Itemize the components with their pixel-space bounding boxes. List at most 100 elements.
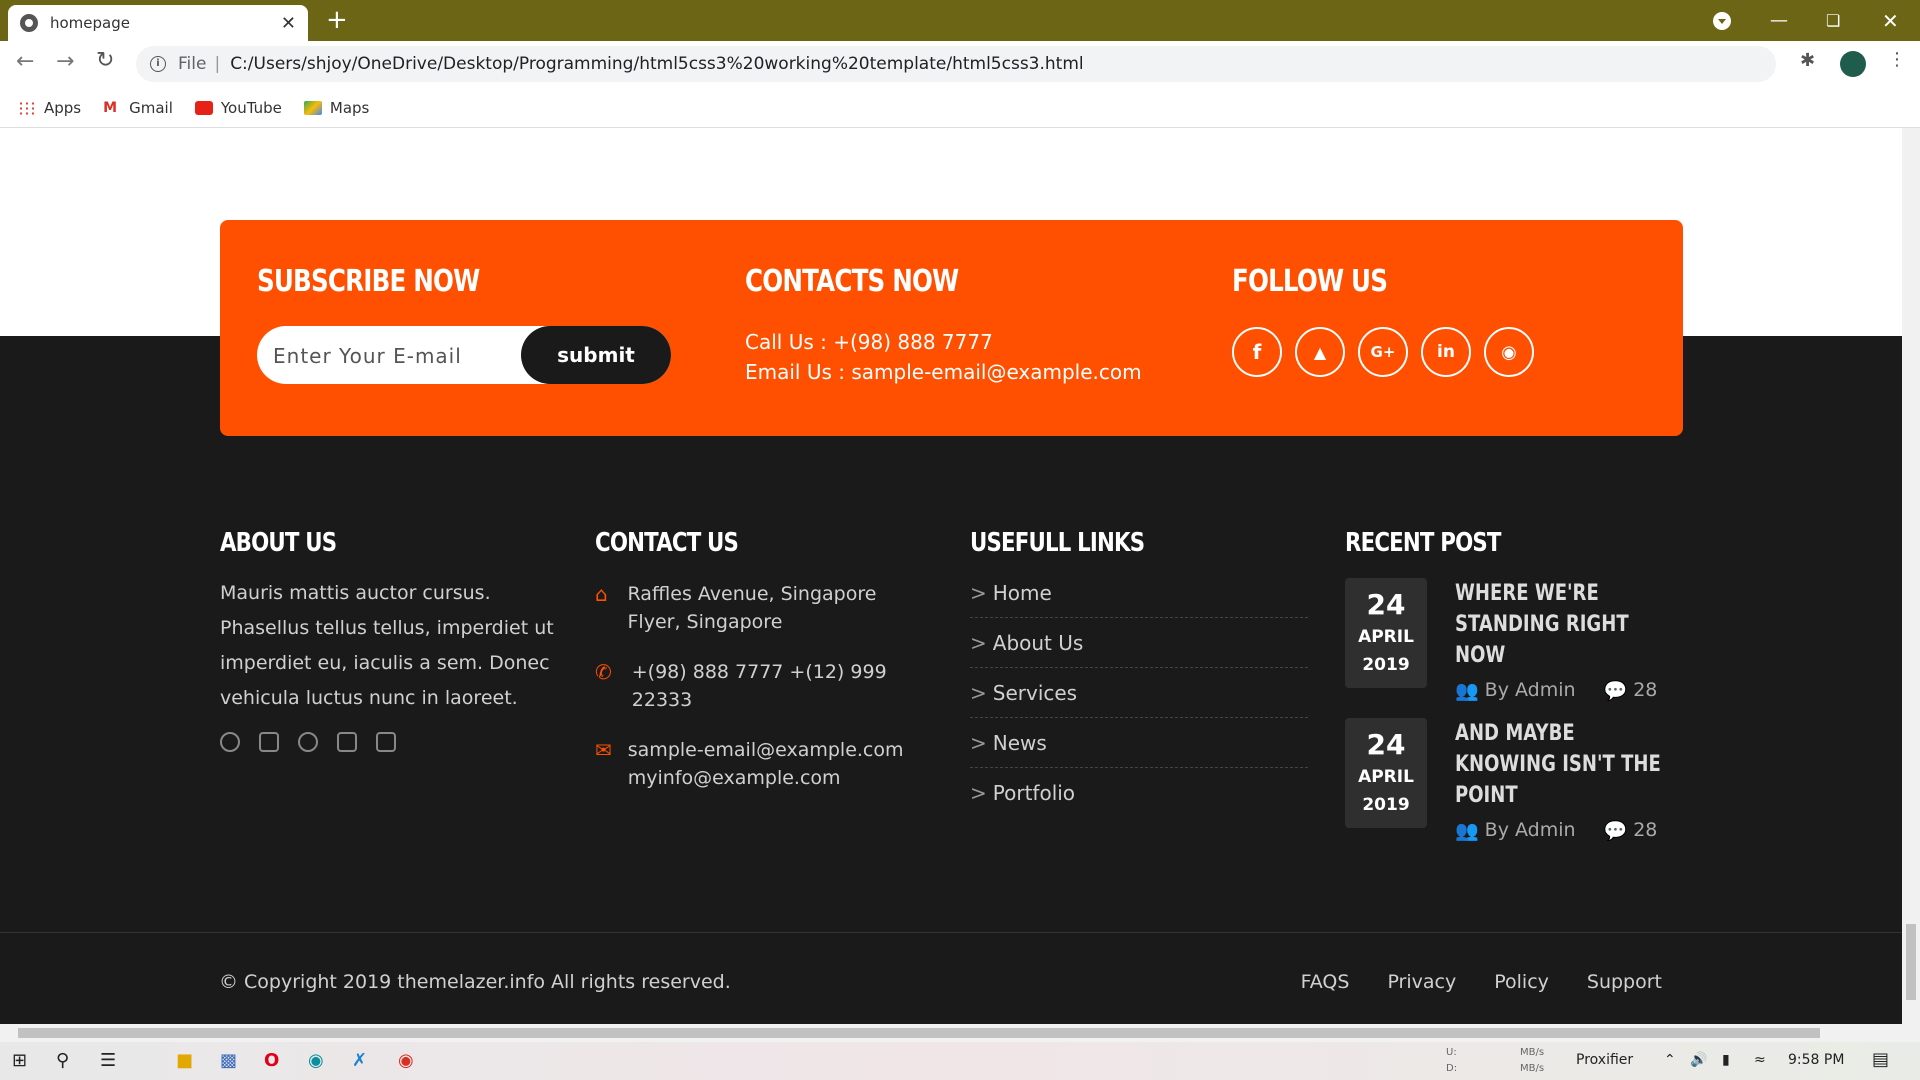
facebook-icon[interactable]: f bbox=[1232, 327, 1282, 377]
footer-link-support[interactable]: Support bbox=[1587, 971, 1662, 993]
envelope-icon: ✉ bbox=[595, 738, 612, 762]
close-tab-icon[interactable]: ✕ bbox=[281, 13, 296, 34]
notification-icon[interactable]: ▤ bbox=[1872, 1049, 1889, 1070]
minimize-icon[interactable]: — bbox=[1770, 0, 1788, 41]
close-window-icon[interactable]: ✕ bbox=[1882, 0, 1899, 41]
link-about[interactable]: > About Us bbox=[970, 618, 1308, 668]
url-text[interactable]: C:/Users/shjoy/OneDrive/Desktop/Programm… bbox=[230, 54, 1083, 74]
search-icon[interactable]: ⚲ bbox=[56, 1050, 69, 1071]
contact-address: ⌂ Raffles Avenue, Singapore Flyer, Singap… bbox=[595, 580, 935, 636]
vertical-scrollbar[interactable] bbox=[1902, 128, 1920, 1024]
bookmark-apps[interactable]: Apps bbox=[18, 99, 81, 117]
link-news[interactable]: > News bbox=[970, 718, 1308, 768]
contact-email: ✉ sample-email@example.com myinfo@example… bbox=[595, 736, 935, 792]
task-view-icon[interactable]: ☰ bbox=[100, 1050, 116, 1071]
menu-icon[interactable]: ⋮ bbox=[1888, 49, 1906, 70]
about-column: ABOUT US Mauris mattis auctor cursus. Ph… bbox=[220, 528, 555, 752]
reload-icon[interactable]: ↻ bbox=[96, 48, 114, 73]
tab-title: homepage bbox=[50, 14, 130, 32]
footer-link-privacy[interactable]: Privacy bbox=[1387, 971, 1456, 993]
opera-icon[interactable]: O bbox=[264, 1050, 279, 1071]
email-input[interactable]: Enter Your E-mail bbox=[273, 344, 462, 368]
post-month: APRIL bbox=[1358, 767, 1414, 787]
volume-icon[interactable]: 🔊 bbox=[1690, 1052, 1707, 1068]
recent-heading: RECENT POST bbox=[1345, 528, 1501, 558]
extensions-icon[interactable]: ✱ bbox=[1800, 50, 1815, 71]
bookmark-maps[interactable]: Maps bbox=[303, 99, 369, 117]
post-title[interactable]: AND MAYBE KNOWING ISN'T THE POINT bbox=[1455, 718, 1668, 811]
address-bar[interactable]: i File | C:/Users/shjoy/OneDrive/Desktop… bbox=[136, 46, 1776, 82]
net-upload-unit: MB/s bbox=[1520, 1047, 1545, 1058]
page-viewport: SUBSCRIBE NOW Enter Your E-mail submit C… bbox=[0, 128, 1902, 1024]
link-home[interactable]: > Home bbox=[970, 568, 1308, 618]
edge-icon[interactable]: ◉ bbox=[308, 1050, 324, 1071]
twitter-icon[interactable]: ▲ bbox=[1295, 327, 1345, 377]
forward-icon[interactable]: → bbox=[56, 49, 74, 74]
recent-post[interactable]: 24 APRIL 2019 WHERE WE'RE STANDING RIGHT… bbox=[1345, 578, 1675, 702]
twitter-icon[interactable] bbox=[259, 732, 279, 752]
call-us-text: Call Us : +(98) 888 7777 bbox=[745, 330, 993, 354]
windows-start-icon[interactable]: ⊞ bbox=[12, 1050, 27, 1071]
restore-icon[interactable]: ❏ bbox=[1826, 0, 1840, 41]
home-icon: ⌂ bbox=[595, 582, 608, 606]
battery-icon[interactable]: ▮ bbox=[1722, 1052, 1730, 1068]
link-services[interactable]: > Services bbox=[970, 668, 1308, 718]
footer-link-policy[interactable]: Policy bbox=[1494, 971, 1549, 993]
linkedin-icon[interactable] bbox=[337, 732, 357, 752]
google-plus-icon[interactable]: G+ bbox=[1358, 327, 1408, 377]
new-tab-button[interactable]: + bbox=[326, 6, 348, 34]
cta-banner: SUBSCRIBE NOW Enter Your E-mail submit C… bbox=[220, 220, 1683, 436]
net-upload: U: bbox=[1446, 1047, 1457, 1058]
tab-search-icon[interactable] bbox=[1713, 12, 1731, 30]
bookmark-gmail[interactable]: M Gmail bbox=[103, 99, 173, 117]
net-download-unit: MB/s bbox=[1520, 1063, 1545, 1074]
bookmark-label: Apps bbox=[44, 98, 82, 117]
email-text: sample-email@example.com myinfo@example.… bbox=[627, 739, 904, 789]
avatar[interactable] bbox=[1840, 51, 1866, 77]
chevron-up-icon[interactable]: ⌃ bbox=[1664, 1052, 1676, 1068]
chrome-icon[interactable]: ◉ bbox=[398, 1050, 414, 1071]
link-label: Services bbox=[992, 680, 1078, 705]
bookmark-youtube[interactable]: YouTube bbox=[194, 99, 282, 117]
footer-link-faqs[interactable]: FAQS bbox=[1301, 971, 1350, 993]
comments-icon: 💬 bbox=[1603, 820, 1628, 842]
about-heading: ABOUT US bbox=[220, 528, 337, 558]
clock[interactable]: 9:58 PM bbox=[1788, 1052, 1844, 1068]
copyright-text: © Copyright 2019 themelazer.info All rig… bbox=[219, 971, 731, 993]
contact-heading: CONTACT US bbox=[595, 528, 739, 558]
link-label: News bbox=[992, 730, 1047, 755]
facebook-icon[interactable] bbox=[220, 732, 240, 752]
instagram-icon[interactable] bbox=[376, 732, 396, 752]
submit-button[interactable]: submit bbox=[521, 326, 671, 384]
info-icon[interactable]: i bbox=[150, 56, 166, 72]
file-explorer-icon[interactable]: ■ bbox=[176, 1050, 193, 1071]
link-portfolio[interactable]: > Portfolio bbox=[970, 768, 1308, 818]
footer-links: FAQS Privacy Policy Support bbox=[1263, 971, 1662, 993]
google-plus-icon[interactable] bbox=[298, 732, 318, 752]
linkedin-icon[interactable]: in bbox=[1421, 327, 1471, 377]
contacts-heading: CONTACTS NOW bbox=[745, 264, 959, 299]
social-icons: f ▲ G+ in ◉ bbox=[1232, 327, 1547, 377]
post-author: By Admin bbox=[1484, 679, 1576, 701]
tab-strip: homepage ✕ + — ❏ ✕ bbox=[0, 0, 1920, 41]
post-title[interactable]: WHERE WE'RE STANDING RIGHT NOW bbox=[1455, 578, 1668, 671]
chevron-right-icon: > bbox=[970, 680, 987, 705]
vscode-icon[interactable]: ✗ bbox=[352, 1050, 367, 1071]
recent-post[interactable]: 24 APRIL 2019 AND MAYBE KNOWING ISN'T TH… bbox=[1345, 718, 1675, 842]
proxifier-label[interactable]: Proxifier bbox=[1576, 1052, 1633, 1068]
back-icon[interactable]: ← bbox=[16, 49, 34, 74]
url-scheme: File bbox=[178, 54, 207, 74]
network-app-icon[interactable]: ▩ bbox=[220, 1050, 237, 1071]
instagram-icon[interactable]: ◉ bbox=[1484, 327, 1534, 377]
horizontal-scrollbar[interactable] bbox=[0, 1024, 1920, 1042]
scrollbar-thumb[interactable] bbox=[1906, 924, 1916, 1000]
post-month: APRIL bbox=[1358, 627, 1414, 647]
subscribe-heading: SUBSCRIBE NOW bbox=[257, 264, 480, 299]
link-label: Portfolio bbox=[992, 781, 1076, 805]
scrollbar-thumb[interactable] bbox=[18, 1028, 1820, 1038]
apps-grid-icon bbox=[18, 100, 36, 115]
browser-tab[interactable]: homepage ✕ bbox=[8, 5, 308, 41]
maps-icon bbox=[303, 100, 322, 115]
wifi-icon[interactable]: ≈ bbox=[1754, 1052, 1766, 1068]
phone-icon: ✆ bbox=[595, 660, 612, 684]
